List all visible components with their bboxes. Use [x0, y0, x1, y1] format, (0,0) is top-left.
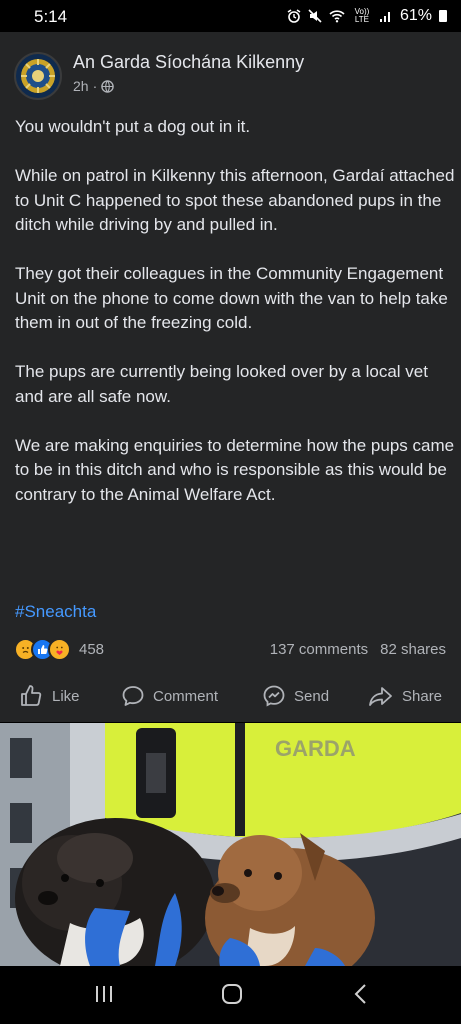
share-button[interactable]: Share: [368, 684, 442, 708]
system-nav-bar: [0, 966, 461, 1024]
like-label: Like: [52, 687, 80, 705]
post-photo[interactable]: GARDA: [0, 723, 461, 966]
globe-icon: [101, 79, 115, 93]
post-stats: 137 comments 82 shares: [270, 641, 446, 658]
reactions-row: 458 137 comments 82 shares: [14, 637, 446, 661]
comment-count[interactable]: 137 comments: [270, 641, 368, 658]
comment-label: Comment: [153, 687, 219, 705]
action-bar: Like Comment Send Share: [0, 675, 461, 715]
meta-separator: ·: [92, 78, 98, 94]
post-paragraph: You wouldn't put a dog out in it.: [15, 117, 251, 136]
vest-text: GARDA: [275, 736, 356, 761]
post-time[interactable]: 2h: [73, 78, 89, 94]
puppies-photo: GARDA: [0, 723, 461, 966]
share-label: Share: [402, 687, 443, 705]
post-meta: 2h ·: [73, 78, 115, 94]
comment-bubble-icon: [122, 686, 144, 706]
post-body: You wouldn't put a dog out in it. While …: [15, 115, 455, 532]
comment-button[interactable]: Comment: [121, 684, 218, 708]
thumbs-up-icon: [21, 685, 42, 706]
reaction-count[interactable]: 458: [79, 641, 104, 658]
status-time: 5:14: [34, 7, 68, 26]
signal-icon: [379, 12, 390, 22]
care-icon: [48, 637, 71, 661]
status-icons: Vo)) LTE 61%: [287, 7, 447, 25]
network-type: Vo)) LTE: [354, 7, 370, 24]
alarm-icon: [287, 9, 301, 23]
back-icon[interactable]: [350, 983, 372, 1005]
facebook-post: An Garda Síochána Kilkenny 2h · You woul…: [0, 32, 461, 722]
recent-apps-icon[interactable]: [93, 983, 115, 1005]
reaction-icons[interactable]: [14, 637, 71, 661]
battery-percent: 61%: [399, 7, 432, 24]
page-name[interactable]: An Garda Síochána Kilkenny: [73, 52, 304, 73]
garda-crest-icon: [21, 59, 55, 93]
messenger-icon: [263, 685, 285, 707]
post-paragraph: While on patrol in Kilkenny this afterno…: [15, 166, 455, 234]
share-count[interactable]: 82 shares: [380, 641, 446, 658]
post-paragraph: We are making enquiries to determine how…: [15, 435, 455, 504]
like-button[interactable]: Like: [20, 684, 80, 708]
battery-icon: [439, 10, 447, 22]
hashtag-link[interactable]: #Sneachta: [15, 602, 96, 622]
status-bar: 5:14 Vo)) LTE 61%: [0, 0, 461, 32]
send-button[interactable]: Send: [262, 684, 329, 708]
share-arrow-icon: [369, 687, 392, 706]
send-label: Send: [294, 687, 330, 705]
home-icon[interactable]: [220, 983, 244, 1005]
mute-icon: [308, 9, 322, 23]
post-paragraph: The pups are currently being looked over…: [15, 362, 428, 406]
wifi-icon: [329, 10, 345, 23]
post-paragraph: They got their colleagues in the Communi…: [15, 264, 448, 332]
avatar[interactable]: [14, 52, 62, 100]
